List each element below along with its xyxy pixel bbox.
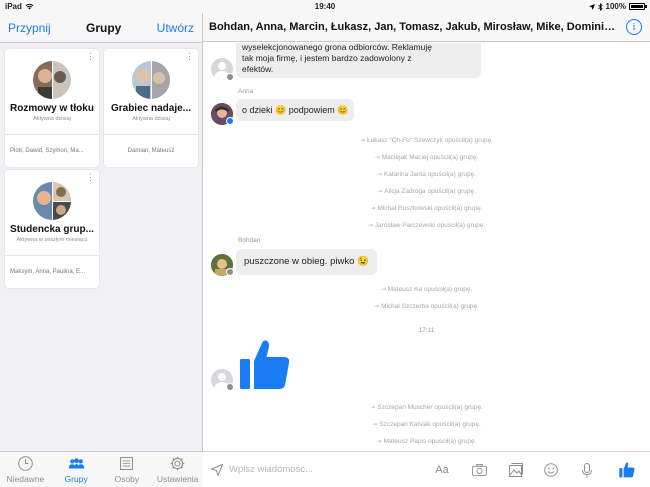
- tab-settings[interactable]: Ustawienia: [152, 452, 203, 487]
- message-text: puszczone w obieg. piwko 😉: [244, 256, 369, 267]
- camera-icon[interactable]: [470, 461, 488, 479]
- conversation-header: Bohdan, Anna, Marcin, Łukasz, Jan, Tomas…: [203, 13, 650, 42]
- conversation-title[interactable]: Bohdan, Anna, Marcin, Łukasz, Jan, Tomas…: [209, 21, 617, 33]
- system-notice: ⇥ Michał Ruszkowski opuścił(a) grupę.: [370, 205, 483, 212]
- messenger-badge-icon: [226, 117, 234, 125]
- message-line: wyselekcjonowanego grona odbiorców. Rekl…: [242, 43, 432, 52]
- group-name: Rozmowy w tłoku: [10, 103, 94, 114]
- system-notice: ⇥ Katarina Janta opuścił(a) grupę.: [376, 171, 477, 178]
- location-arrow-icon: [588, 3, 595, 10]
- sender-name: Bohdan: [238, 237, 261, 244]
- tab-label: Niedawne: [6, 474, 45, 484]
- more-options-icon[interactable]: ⋮: [86, 173, 95, 182]
- pin-button[interactable]: Przypnij: [8, 21, 51, 35]
- tab-label: Osoby: [114, 474, 140, 484]
- status-time: 19:40: [314, 2, 336, 11]
- battery-percent: 100%: [605, 2, 626, 11]
- message-line: efektów.: [242, 64, 274, 74]
- gear-icon: [170, 456, 185, 471]
- wifi-icon: [25, 3, 34, 10]
- microphone-icon[interactable]: [578, 461, 596, 479]
- groups-panel: Przypnij Grupy Utwórz ⋮ Rozmowy w tłoku …: [0, 13, 203, 487]
- conversation-panel: Bohdan, Anna, Marcin, Łukasz, Jan, Tomas…: [203, 13, 650, 487]
- group-members: Damian, Mateusz: [104, 134, 198, 167]
- tab-people[interactable]: Osoby: [102, 452, 153, 487]
- system-notice: ⇥ Szczepan Muscher opuścił(a) grupę.: [370, 404, 483, 411]
- message-list[interactable]: wyselekcjonowanego grona odbiorców. Rekl…: [203, 43, 650, 451]
- location-send-icon[interactable]: [208, 461, 226, 479]
- groups-title: Grupy: [86, 20, 122, 35]
- facebook-badge-icon: [226, 383, 234, 391]
- group-card-rozmowy[interactable]: ⋮ Rozmowy w tłoku Aktywna dzisiaj Piotr,…: [5, 49, 99, 167]
- tab-recent[interactable]: Niedawne: [0, 452, 51, 487]
- battery-icon: [629, 3, 647, 10]
- timestamp-separator: 17:11: [418, 327, 435, 334]
- system-notice: ⇥ Mateusz Papis opuścił(a) grupę.: [376, 438, 477, 445]
- more-options-icon[interactable]: ⋮: [86, 52, 95, 61]
- people-icon: [68, 458, 84, 469]
- clock-icon: [18, 456, 33, 471]
- composer-bar: Wpisz wiadomość... Aa: [203, 451, 650, 487]
- group-members: Maksym, Anna, Paulina, E...: [5, 255, 99, 288]
- text-format-button[interactable]: Aa: [433, 461, 451, 479]
- group-avatar: [33, 182, 71, 220]
- groups-nav-bar: Przypnij Grupy Utwórz: [0, 13, 202, 43]
- status-bar: iPad 19:40 100%: [0, 0, 650, 13]
- group-activity: Aktywna w zeszłym miesiącu: [16, 237, 88, 243]
- system-notice: ⇥ Michał Szczerba opuścił(a) grupę.: [374, 303, 479, 310]
- message-bubble[interactable]: o dzieki 😊 podpowiem 😊: [236, 99, 355, 121]
- like-button-icon[interactable]: [618, 461, 636, 479]
- message-input[interactable]: Wpisz wiadomość...: [229, 464, 313, 475]
- system-notice: ⇥ Mateusz Ka opuścił(a) grupę.: [380, 286, 473, 293]
- message-text: o dzieki 😊 podpowiem 😊: [242, 105, 349, 115]
- tab-label: Ustawienia: [156, 474, 199, 484]
- photo-gallery-icon[interactable]: [507, 461, 525, 479]
- list-icon: [120, 457, 134, 470]
- more-options-icon[interactable]: ⋮: [185, 52, 194, 61]
- facebook-badge-icon: [226, 268, 234, 276]
- system-notice: ⇥ Szczepan Kalsiak opuścił(a) grupę.: [372, 421, 481, 428]
- group-card-studencka[interactable]: ⋮ Studencka grup... Aktywna w zeszłym mi…: [5, 170, 99, 288]
- system-notice: ⇥ Alicja Zadroga opuścił(a) grupę.: [377, 188, 476, 195]
- group-activity: Aktywna dzisiaj: [132, 116, 170, 122]
- emoji-icon[interactable]: [542, 461, 560, 479]
- tab-bar: Niedawne Grupy Osoby Ustawienia: [0, 451, 203, 487]
- system-notice: ⇥ Maciejak Maciej opuścił(a) grupę.: [374, 154, 479, 161]
- group-members: Piotr, Dawid, Szymon, Ma...: [5, 134, 99, 167]
- bluetooth-icon: [597, 2, 603, 11]
- tab-groups[interactable]: Grupy: [51, 452, 102, 487]
- group-name: Studencka grup...: [10, 224, 94, 235]
- create-group-button[interactable]: Utwórz: [157, 21, 194, 35]
- status-left: iPad: [5, 2, 34, 11]
- tab-label: Grupy: [64, 474, 88, 484]
- system-notice: ⇥ Łukasz "Ch-Fu" Szewczyk opuścił(a) grup…: [359, 137, 494, 144]
- message-bubble[interactable]: puszczone w obieg. piwko 😉: [236, 249, 377, 275]
- like-sticker-icon[interactable]: [240, 339, 290, 391]
- info-icon[interactable]: i: [626, 19, 642, 35]
- group-activity: Aktywna dzisiaj: [33, 116, 71, 122]
- device-name: iPad: [5, 2, 22, 11]
- message-line: tak moja firmę, i jestem bardzo zadowolo…: [242, 53, 412, 63]
- group-avatar: [132, 61, 170, 99]
- status-right: 100%: [588, 2, 647, 11]
- sender-name: Anna: [238, 88, 254, 95]
- message-bubble[interactable]: wyselekcjonowanego grona odbiorców. Rekl…: [236, 43, 481, 78]
- group-card-grabiec[interactable]: ⋮ Grabiec nadaje... Aktywna dzisiaj Dami…: [104, 49, 198, 167]
- facebook-badge-icon: [226, 73, 234, 81]
- system-notice: ⇥ Jarosław Parczewski opuścił(a) grupę.: [367, 222, 486, 229]
- group-avatar: [33, 61, 71, 99]
- group-name: Grabiec nadaje...: [110, 103, 192, 114]
